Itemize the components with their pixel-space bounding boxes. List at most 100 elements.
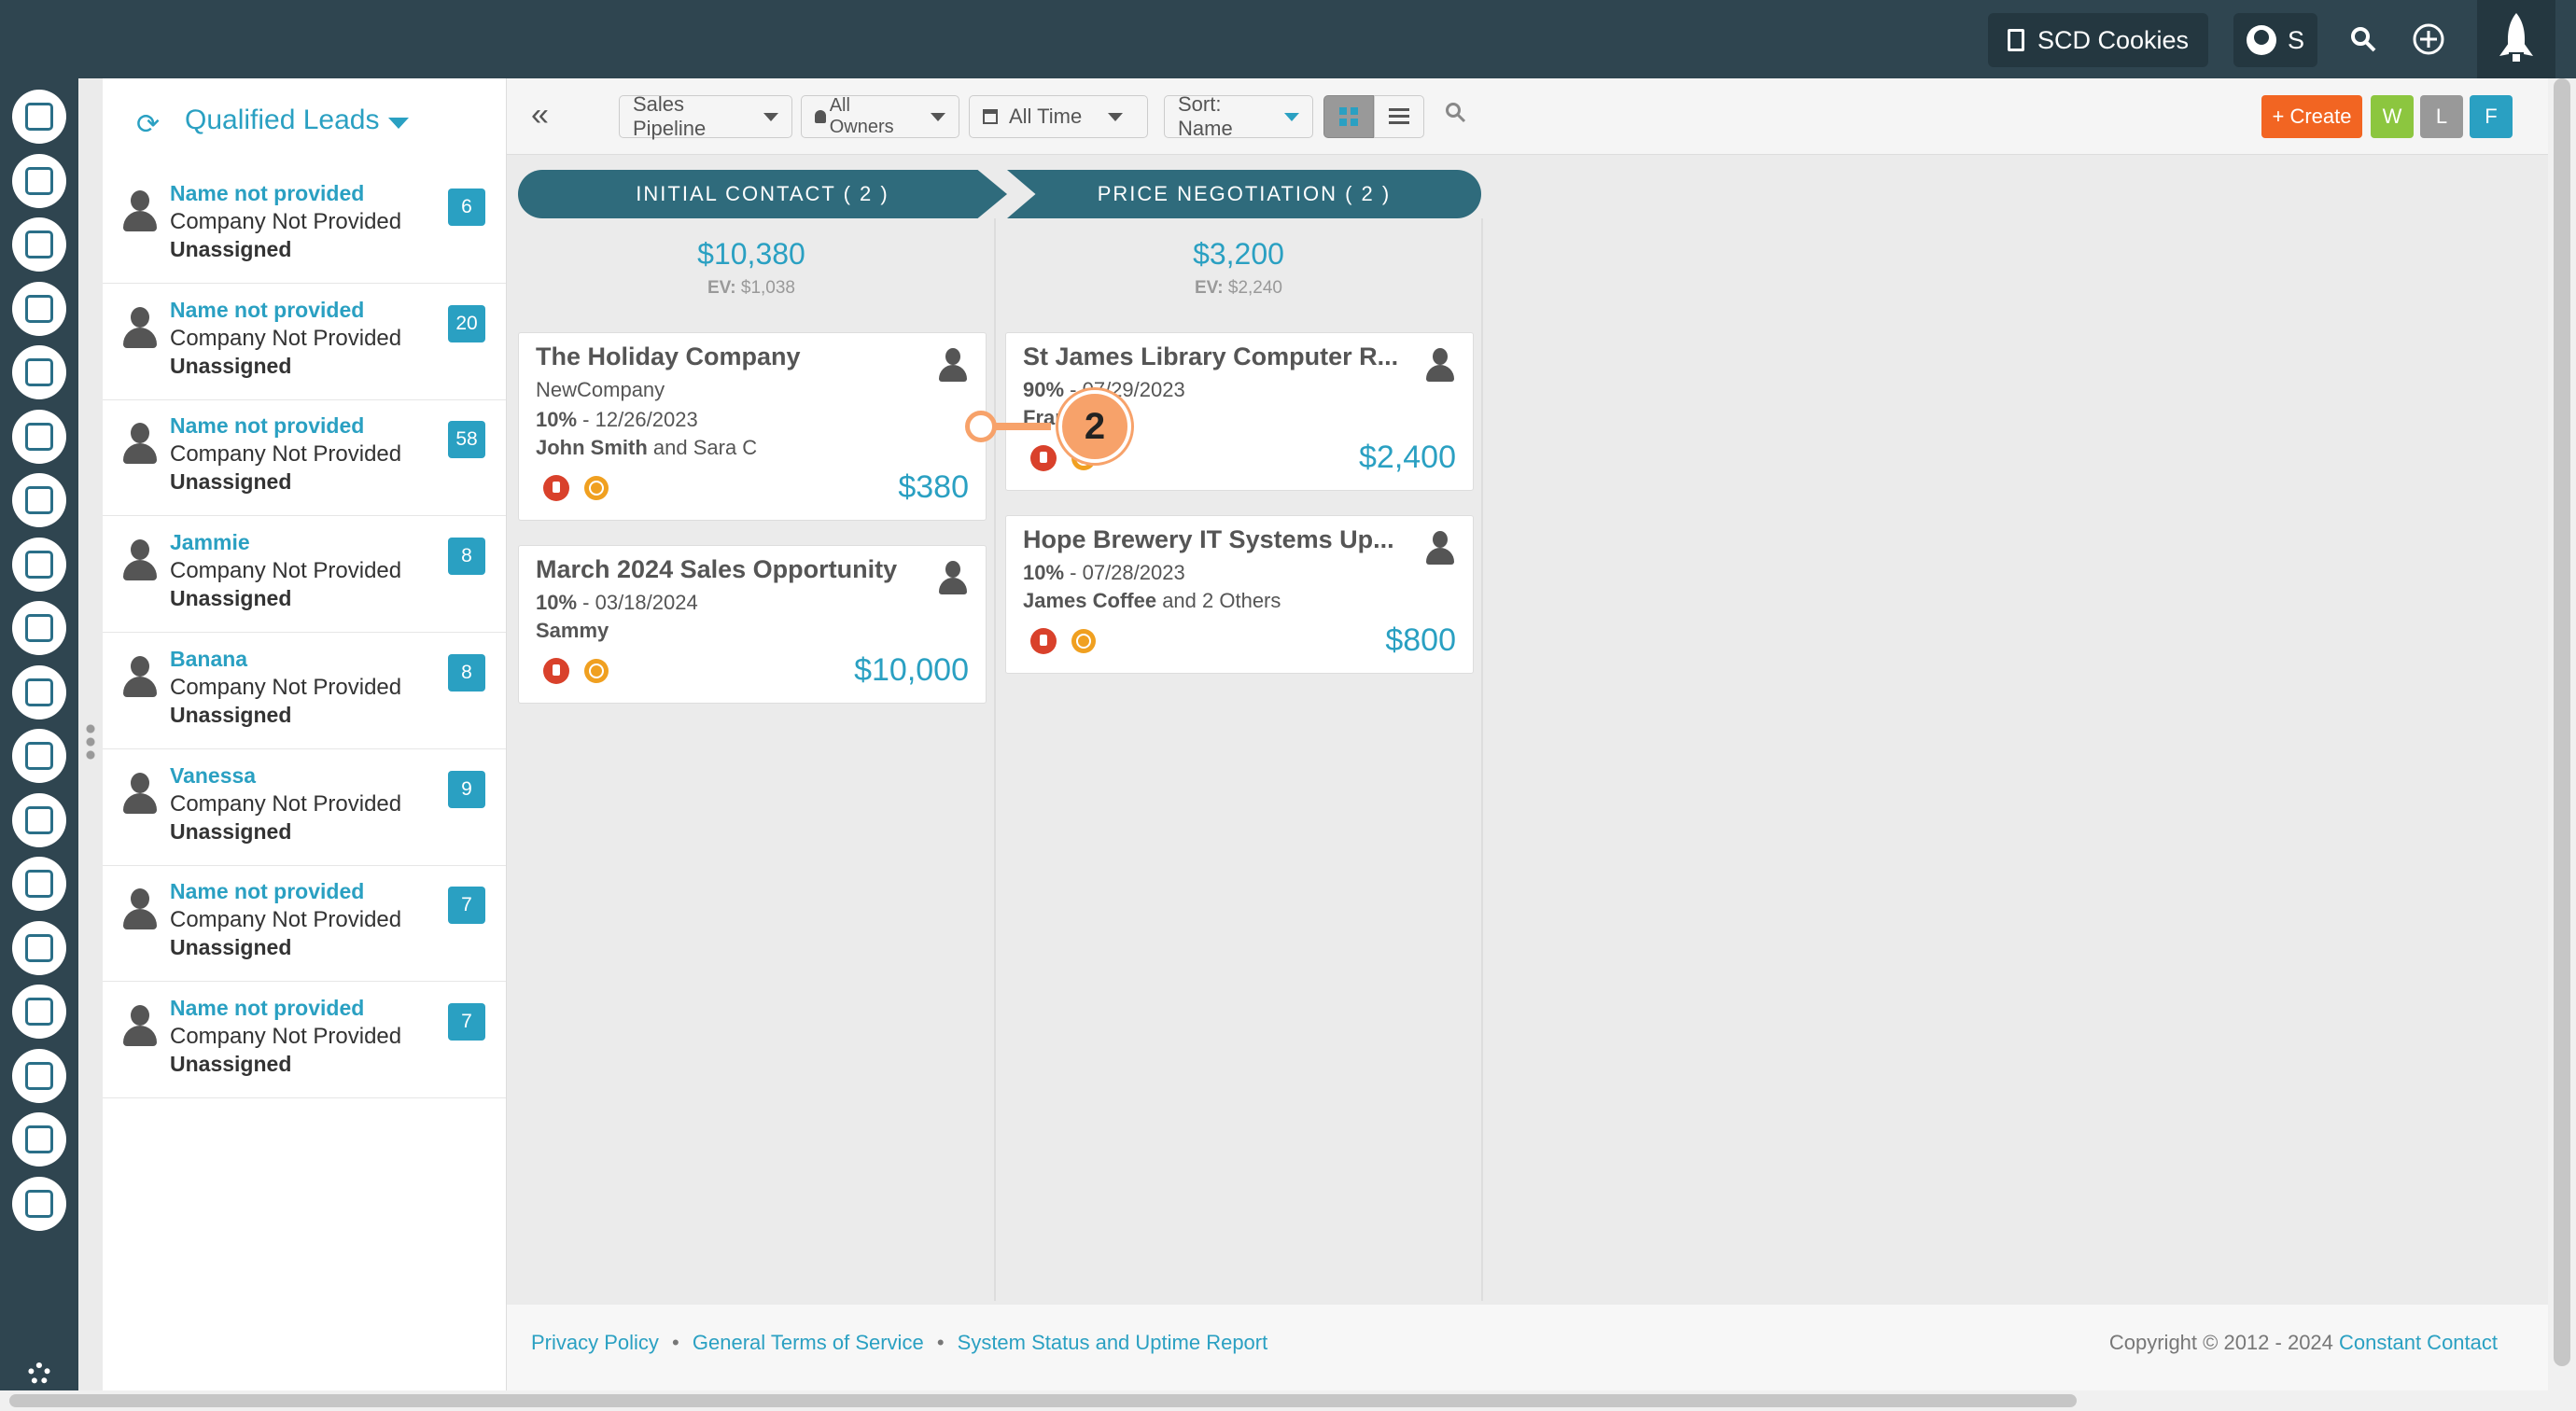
search-icon[interactable] xyxy=(2345,21,2382,58)
owner-avatar-icon[interactable] xyxy=(1424,531,1456,568)
thumbs-up-icon[interactable] xyxy=(12,601,66,655)
company-switcher[interactable]: SCD Cookies xyxy=(1988,13,2208,67)
privacy-policy-link[interactable]: Privacy Policy xyxy=(531,1331,659,1354)
card-title[interactable]: St James Library Computer R... xyxy=(1023,342,1398,371)
pipeline-select[interactable]: Sales Pipeline xyxy=(619,92,792,140)
lead-list-item[interactable]: Name not provided Company Not Provided Una… xyxy=(103,285,506,400)
plugin-icon[interactable] xyxy=(12,1176,66,1231)
tasks-icon[interactable] xyxy=(12,217,66,272)
opportunity-card[interactable]: Hope Brewery IT Systems Up... 10% - 07/2… xyxy=(1005,515,1474,674)
pin-icon[interactable] xyxy=(1030,628,1057,654)
support-icon[interactable] xyxy=(12,985,66,1039)
owners-select-label: All Owners xyxy=(829,95,894,137)
pin-icon[interactable] xyxy=(1030,445,1057,471)
horizontal-scrollbar[interactable] xyxy=(0,1390,2576,1411)
vertical-scrollbar[interactable] xyxy=(2548,78,2576,1390)
list-view-button[interactable] xyxy=(1374,95,1424,138)
pin-icon[interactable] xyxy=(543,475,569,501)
lead-name[interactable]: Name not provided xyxy=(170,181,364,206)
owner-avatar-icon[interactable] xyxy=(937,348,969,385)
lead-name[interactable]: Banana xyxy=(170,647,247,672)
person-icon xyxy=(121,306,159,350)
reports-icon[interactable] xyxy=(12,1112,66,1167)
megaphone-icon[interactable] xyxy=(12,473,66,527)
opportunity-card[interactable]: The Holiday Company NewCompany 10% - 12/… xyxy=(518,332,987,521)
w-button[interactable]: W xyxy=(2371,95,2414,138)
lead-list-item[interactable]: Jammie Company Not Provided Unassigned 8 xyxy=(103,517,506,634)
chevron-down-icon[interactable] xyxy=(388,118,409,129)
growth-chart-icon[interactable] xyxy=(12,920,66,975)
list-icon[interactable] xyxy=(12,409,66,464)
create-button[interactable]: + Create xyxy=(2261,95,2362,138)
handshake-icon[interactable] xyxy=(12,857,66,911)
owners-select[interactable]: All Owners xyxy=(801,95,959,138)
chat-icon[interactable] xyxy=(12,537,66,592)
stage-header-initial-contact[interactable]: INITIAL CONTACT ( 2 ) xyxy=(518,170,1007,218)
lead-name[interactable]: Name not provided xyxy=(170,413,364,439)
lead-list-item[interactable]: Name not provided Company Not Provided Una… xyxy=(103,400,506,517)
lead-list-item[interactable]: Name not provided Company Not Provided Una… xyxy=(103,866,506,983)
panel-splitter[interactable] xyxy=(78,78,103,1390)
card-title[interactable]: Hope Brewery IT Systems Up... xyxy=(1023,525,1394,554)
l-button[interactable]: L xyxy=(2420,95,2463,138)
lead-list-item[interactable]: Name not provided Company Not Provided Una… xyxy=(103,168,506,284)
plus-icon[interactable] xyxy=(2410,21,2447,58)
email-icon[interactable] xyxy=(12,153,66,208)
user-star-icon[interactable] xyxy=(12,1048,66,1103)
board-view-button[interactable] xyxy=(1323,95,1374,138)
scrollbar-thumb[interactable] xyxy=(9,1394,2077,1407)
drag-handle-icon[interactable] xyxy=(86,722,95,760)
clock-icon[interactable] xyxy=(584,659,609,683)
lead-name[interactable]: Jammie xyxy=(170,530,250,555)
calendar-icon[interactable] xyxy=(12,792,66,847)
sort-select[interactable]: Sort: Name xyxy=(1164,92,1313,140)
f-button[interactable]: F xyxy=(2470,95,2513,138)
lead-score-badge: 7 xyxy=(448,1002,485,1041)
system-status-link[interactable]: System Status and Uptime Report xyxy=(958,1331,1268,1354)
media-icon[interactable] xyxy=(12,729,66,783)
lead-list-item[interactable]: Banana Company Not Provided Unassigned 8 xyxy=(103,634,506,749)
time-select[interactable]: All Time xyxy=(969,95,1148,138)
brand-link[interactable]: Constant Contact xyxy=(2339,1331,2498,1354)
lead-list-item[interactable]: Name not provided Company Not Provided Una… xyxy=(103,983,506,1098)
lead-name[interactable]: Vanessa xyxy=(170,763,256,789)
chevron-down-icon xyxy=(931,112,945,121)
column-divider xyxy=(1481,218,1483,1301)
lead-list-item[interactable]: Vanessa Company Not Provided Unassigned 9 xyxy=(103,750,506,866)
user-menu-button[interactable]: S xyxy=(2233,13,2317,67)
owner-avatar-icon[interactable] xyxy=(937,561,969,598)
stage-header-price-negotiation[interactable]: PRICE NEGOTIATION ( 2 ) xyxy=(1007,170,1481,218)
map-icon[interactable] xyxy=(12,281,66,336)
collapse-panel-icon[interactable]: « xyxy=(531,97,549,133)
terms-link[interactable]: General Terms of Service xyxy=(693,1331,924,1354)
lead-owner: Unassigned xyxy=(170,469,292,495)
refresh-icon[interactable]: ⟳ xyxy=(136,108,160,141)
grid-icon xyxy=(1339,107,1358,126)
card-contact: Sammy xyxy=(536,619,609,642)
contacts-icon-glyph xyxy=(25,103,53,131)
lead-name[interactable]: Name not provided xyxy=(170,298,364,323)
chevron-down-icon xyxy=(763,112,778,121)
card-title[interactable]: The Holiday Company xyxy=(536,342,801,371)
workflow-icon[interactable] xyxy=(12,345,66,399)
lead-company: Company Not Provided xyxy=(170,558,402,584)
search-icon[interactable] xyxy=(1444,101,1466,130)
gear-icon[interactable] xyxy=(28,1362,50,1385)
lead-score-badge: 20 xyxy=(448,304,485,342)
rocket-icon[interactable] xyxy=(2477,0,2555,78)
lead-score-badge: 7 xyxy=(448,887,485,925)
calendar-icon-glyph xyxy=(25,805,53,834)
owner-avatar-icon[interactable] xyxy=(1424,348,1456,385)
clock-icon[interactable] xyxy=(584,476,609,500)
scrollbar-thumb[interactable] xyxy=(2554,78,2570,1366)
lead-name[interactable]: Name not provided xyxy=(170,879,364,904)
clock-icon[interactable] xyxy=(1071,629,1096,653)
leads-title[interactable]: Qualified Leads xyxy=(185,105,379,136)
contacts-icon[interactable] xyxy=(12,90,66,144)
card-title[interactable]: March 2024 Sales Opportunity xyxy=(536,555,897,584)
pin-icon[interactable] xyxy=(543,658,569,684)
lead-name[interactable]: Name not provided xyxy=(170,996,364,1021)
media-icon-glyph xyxy=(25,742,53,770)
tv-icon[interactable] xyxy=(12,664,66,719)
opportunity-card[interactable]: March 2024 Sales Opportunity 10% - 03/18… xyxy=(518,545,987,704)
